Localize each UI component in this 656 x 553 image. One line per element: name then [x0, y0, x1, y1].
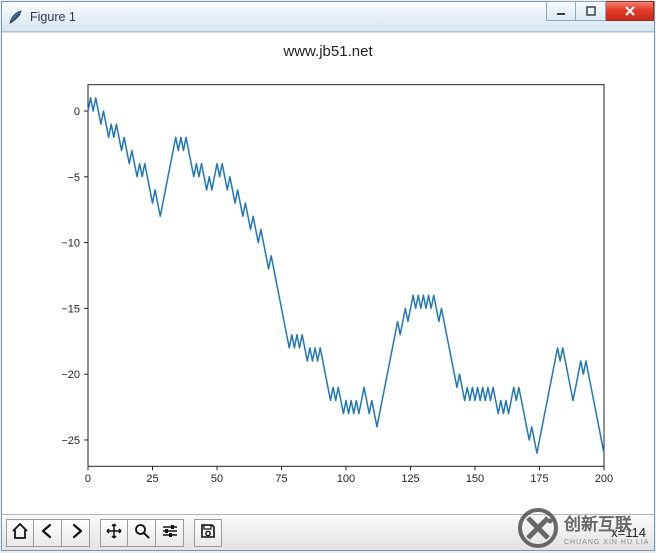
svg-text:100: 100	[337, 473, 355, 485]
svg-text:25: 25	[146, 473, 158, 485]
svg-text:175: 175	[530, 473, 548, 485]
back-button[interactable]	[34, 519, 62, 547]
svg-text:−15: −15	[61, 303, 80, 315]
svg-text:0: 0	[85, 473, 91, 485]
maximize-button[interactable]	[576, 1, 606, 21]
arrow-left-icon	[39, 522, 57, 543]
pan-button[interactable]	[100, 519, 128, 547]
feather-icon	[8, 9, 24, 25]
window-title: Figure 1	[30, 10, 76, 24]
svg-text:−10: −10	[61, 238, 80, 250]
svg-text:150: 150	[466, 473, 484, 485]
sliders-icon	[161, 522, 179, 543]
svg-text:125: 125	[401, 473, 419, 485]
svg-text:75: 75	[275, 473, 287, 485]
svg-text:−20: −20	[61, 369, 80, 381]
close-button[interactable]	[606, 1, 654, 21]
home-icon	[11, 522, 29, 543]
home-button[interactable]	[6, 519, 34, 547]
configure-button[interactable]	[156, 519, 184, 547]
line-chart: 0 25 50 75 100 125 150 175 200 0 −5 −10 −15 −20 −25	[2, 33, 654, 514]
minimize-button[interactable]	[546, 1, 576, 21]
arrow-right-icon	[67, 522, 85, 543]
coord-readout: x=114	[611, 525, 650, 540]
titlebar[interactable]: Figure 1	[2, 2, 654, 32]
toolbar-view-group	[100, 519, 184, 547]
save-button[interactable]	[194, 519, 222, 547]
forward-button[interactable]	[62, 519, 90, 547]
chart-area: www.jb51.net 02550751001251501752000−5−1…	[2, 33, 654, 514]
window-buttons	[546, 2, 654, 31]
svg-text:200: 200	[595, 473, 613, 485]
svg-text:50: 50	[211, 473, 223, 485]
move-icon	[105, 522, 123, 543]
svg-text:−5: −5	[67, 172, 80, 184]
magnifier-icon	[133, 522, 151, 543]
matplotlib-toolbar: x=114	[2, 514, 654, 550]
svg-text:0: 0	[74, 106, 80, 118]
svg-text:−25: −25	[61, 435, 80, 447]
toolbar-nav-group	[6, 519, 90, 547]
app-window: Figure 1 www.jb51.net 025507510012515017…	[1, 1, 655, 551]
save-icon	[199, 522, 217, 543]
toolbar-save-group	[194, 519, 222, 547]
client-area: www.jb51.net 02550751001251501752000−5−1…	[2, 32, 654, 550]
zoom-button[interactable]	[128, 519, 156, 547]
